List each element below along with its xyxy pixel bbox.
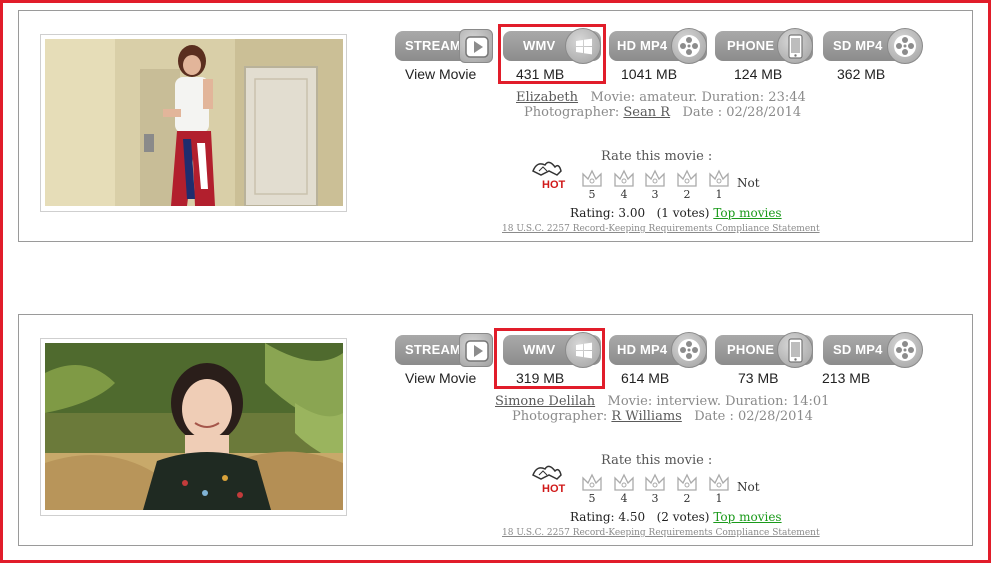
- play-icon: [459, 29, 493, 63]
- movie-info: Movie: amateur. Duration: 23:44: [590, 90, 806, 105]
- top-movies-link[interactable]: Top movies: [713, 510, 781, 524]
- hd-mp4-label: HD MP4: [617, 38, 668, 53]
- sd-mp4-size: 213 MB: [822, 370, 871, 386]
- compliance-link[interactable]: 18 U.S.C. 2257 Record-Keeping Requiremen…: [502, 528, 820, 538]
- sd-mp4-download-button[interactable]: SD MP4: [823, 28, 923, 64]
- view-movie-link[interactable]: View Movie: [405, 370, 476, 386]
- compliance-link[interactable]: 18 U.S.C. 2257 Record-Keeping Requiremen…: [502, 224, 820, 234]
- play-icon: [459, 333, 493, 367]
- movie-thumbnail[interactable]: [45, 39, 343, 206]
- rate-3[interactable]: 3: [644, 188, 666, 201]
- rate-4[interactable]: 4: [613, 188, 635, 201]
- rating-value: Rating: 4.50: [570, 510, 646, 524]
- hot-label: HOT: [542, 483, 566, 495]
- rate-2[interactable]: 2: [676, 492, 698, 505]
- rating-votes: (2 votes): [656, 510, 710, 524]
- hot-icon: HOT: [529, 157, 569, 193]
- movie-card: STREAM View Movie WMV 431 MB HD MP4 1041…: [18, 10, 973, 242]
- phone-download-button[interactable]: PHONE: [715, 332, 813, 368]
- photographer-label: Photographer:: [512, 409, 608, 424]
- crown-icon[interactable]: [676, 472, 698, 492]
- phone-label: PHONE: [727, 342, 775, 357]
- view-movie-link[interactable]: View Movie: [405, 66, 476, 82]
- smartphone-icon: [777, 28, 813, 64]
- rate-3[interactable]: 3: [644, 492, 666, 505]
- rating-value: Rating: 3.00: [570, 206, 646, 220]
- stream-label: STREAM: [405, 38, 462, 53]
- film-reel-icon: [671, 28, 707, 64]
- wmv-highlight: [494, 328, 605, 389]
- crown-icon[interactable]: [644, 168, 666, 188]
- crown-icon[interactable]: [644, 472, 666, 492]
- sd-mp4-download-button[interactable]: SD MP4: [823, 332, 923, 368]
- hd-mp4-download-button[interactable]: HD MP4: [609, 28, 707, 64]
- photographer-link[interactable]: Sean R: [623, 105, 670, 120]
- model-link[interactable]: Elizabeth: [516, 90, 578, 105]
- stream-button[interactable]: STREAM: [395, 29, 493, 63]
- phone-label: PHONE: [727, 38, 775, 53]
- phone-size: 124 MB: [734, 66, 783, 82]
- photographer-link[interactable]: R Williams: [611, 409, 681, 424]
- crown-icon[interactable]: [613, 168, 635, 188]
- hd-mp4-size: 1041 MB: [621, 66, 678, 82]
- sd-mp4-size: 362 MB: [837, 66, 886, 82]
- hot-icon: HOT: [529, 461, 569, 497]
- wmv-highlight: [498, 24, 606, 84]
- rate-5[interactable]: 5: [581, 188, 603, 201]
- smartphone-icon: [777, 332, 813, 368]
- hd-mp4-size: 614 MB: [621, 370, 670, 386]
- stream-label: STREAM: [405, 342, 462, 357]
- rate-1[interactable]: 1: [708, 188, 730, 201]
- rate-2[interactable]: 2: [676, 188, 698, 201]
- crown-icon[interactable]: [708, 472, 730, 492]
- crown-icon[interactable]: [676, 168, 698, 188]
- rate-title: Rate this movie :: [601, 149, 713, 164]
- rate-1[interactable]: 1: [708, 492, 730, 505]
- photographer-label: Photographer:: [524, 105, 620, 120]
- phone-size: 73 MB: [738, 370, 779, 386]
- phone-download-button[interactable]: PHONE: [715, 28, 813, 64]
- stream-button[interactable]: STREAM: [395, 333, 493, 367]
- film-reel-icon: [887, 28, 923, 64]
- rating-summary: Rating: 3.00 (1 votes) Top movies: [570, 206, 782, 220]
- film-reel-icon: [671, 332, 707, 368]
- rate-not[interactable]: Not: [737, 480, 760, 494]
- crown-icon[interactable]: [708, 168, 730, 188]
- rating-votes: (1 votes): [656, 206, 710, 220]
- rate-title: Rate this movie :: [601, 453, 713, 468]
- movie-date: Date : 02/28/2014: [682, 105, 802, 120]
- sd-mp4-label: SD MP4: [833, 342, 883, 357]
- movie-meta-line: Elizabeth Movie: amateur. Duration: 23:4…: [516, 90, 806, 105]
- crown-icon[interactable]: [581, 168, 603, 188]
- hot-label: HOT: [542, 179, 566, 191]
- sd-mp4-label: SD MP4: [833, 38, 883, 53]
- movie-meta-line: Simone Delilah Movie: interview. Duratio…: [495, 394, 829, 409]
- film-reel-icon: [887, 332, 923, 368]
- hd-mp4-download-button[interactable]: HD MP4: [609, 332, 707, 368]
- movie-date: Date : 02/28/2014: [694, 409, 813, 424]
- movie-thumbnail-frame[interactable]: [40, 338, 347, 516]
- rate-5[interactable]: 5: [581, 492, 603, 505]
- rate-4[interactable]: 4: [613, 492, 635, 505]
- movie-thumbnail-frame[interactable]: [40, 34, 347, 212]
- model-link[interactable]: Simone Delilah: [495, 394, 595, 409]
- rating-summary: Rating: 4.50 (2 votes) Top movies: [570, 510, 782, 524]
- crown-icon[interactable]: [613, 472, 635, 492]
- rate-not[interactable]: Not: [737, 176, 760, 190]
- movie-info: Movie: interview. Duration: 14:01: [607, 394, 830, 409]
- crown-icon[interactable]: [581, 472, 603, 492]
- movie-thumbnail[interactable]: [45, 343, 343, 510]
- hd-mp4-label: HD MP4: [617, 342, 668, 357]
- photographer-line: Photographer: Sean R Date : 02/28/2014: [524, 105, 801, 120]
- top-movies-link[interactable]: Top movies: [713, 206, 781, 220]
- photographer-line: Photographer: R Williams Date : 02/28/20…: [512, 409, 813, 424]
